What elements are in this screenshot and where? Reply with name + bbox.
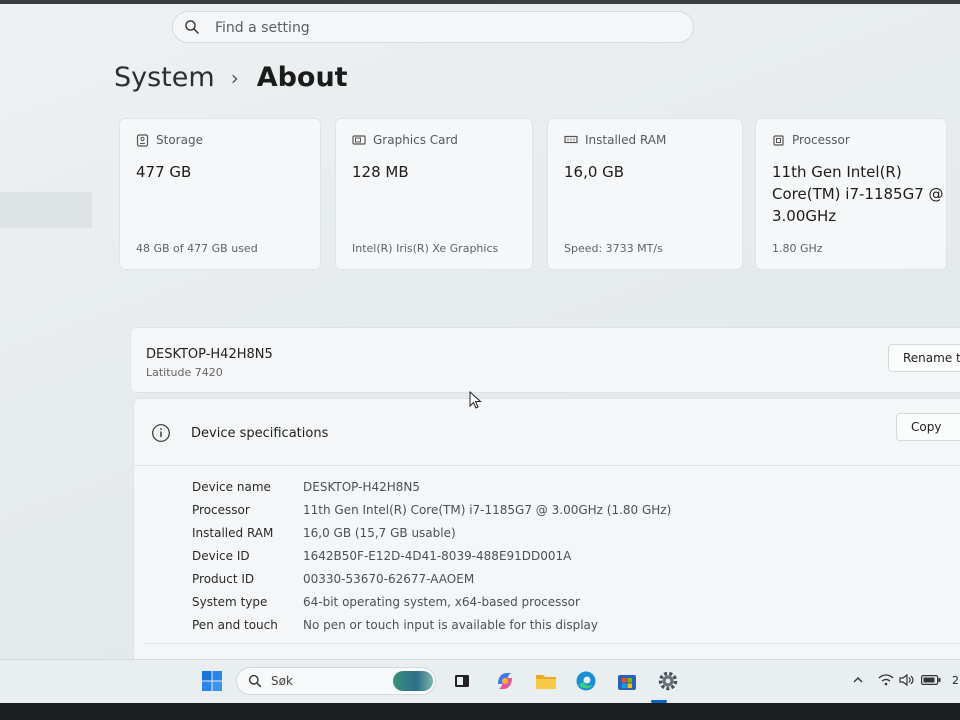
task-view-icon (455, 675, 469, 687)
settings-search-box[interactable] (172, 11, 694, 43)
processor-icon (773, 134, 784, 146)
ram-speed: Speed: 3733 MT/s (564, 242, 663, 255)
spec-value: 1642B50F-E12D-4D41-8039-488E91DD001A (303, 548, 572, 563)
copilot-button[interactable] (492, 668, 518, 694)
info-icon (152, 424, 170, 442)
installed-ram-label: Installed RAM (585, 133, 667, 147)
rename-pc-button[interactable]: Rename th (888, 344, 960, 372)
chevron-up-icon[interactable] (852, 675, 864, 685)
graphics-card-label: Graphics Card (373, 133, 458, 147)
screen-top-edge (0, 0, 960, 4)
table-row: Product ID 00330-53670-62677-AAOEM (192, 567, 671, 590)
spec-value: 64-bit operating system, x64-based proce… (303, 594, 580, 609)
volume-icon[interactable] (899, 673, 915, 687)
task-view-button[interactable] (449, 668, 475, 694)
table-row: Processor 11th Gen Intel(R) Core(TM) i7-1… (192, 498, 671, 521)
file-explorer-button[interactable] (533, 668, 559, 694)
store-button[interactable] (614, 668, 640, 694)
graphics-card-icon (352, 135, 366, 145)
processor-value: 11th Gen Intel(R) Core(TM) i7-1185G7 @ 3… (772, 163, 944, 225)
device-name-card: DESKTOP-H42H8N5 Latitude 7420 Rename th (130, 327, 960, 393)
copilot-icon (498, 673, 512, 689)
graphics-card-value: 128 MB (352, 163, 409, 181)
spec-key: Installed RAM (192, 525, 274, 540)
store-icon (618, 675, 636, 690)
nav-pane-selected-strip[interactable] (0, 192, 92, 228)
processor-base-speed: 1.80 GHz (772, 242, 823, 255)
storage-usage: 48 GB of 477 GB used (136, 242, 258, 255)
device-model: Latitude 7420 (146, 366, 223, 379)
breadcrumb: System › About (114, 62, 348, 93)
taskbar-search-label: Søk (271, 674, 293, 688)
search-input[interactable] (213, 16, 677, 40)
battery-icon[interactable] (921, 675, 941, 685)
laptop-bezel (0, 703, 960, 720)
windows-start-icon (202, 671, 222, 691)
spec-value: 16,0 GB (15,7 GB usable) (303, 525, 456, 540)
spec-key: Product ID (192, 571, 255, 586)
graphics-card-card[interactable]: Graphics Card 128 MB Intel(R) Iris(R) Xe… (335, 118, 533, 270)
spec-value: 00330-53670-62677-AAOEM (303, 571, 475, 586)
spec-value: No pen or touch input is available for t… (303, 617, 599, 632)
spec-key: Device name (192, 479, 271, 494)
installed-ram-value: 16,0 GB (564, 163, 625, 181)
spec-key: Pen and touch (192, 617, 278, 632)
settings-button[interactable] (655, 668, 681, 694)
processor-label: Processor (792, 133, 850, 147)
search-icon (248, 674, 262, 688)
wifi-icon[interactable] (878, 673, 894, 687)
table-row: Device ID 1642B50F-E12D-4D41-8039-488E91D… (192, 544, 671, 567)
spec-key: System type (192, 594, 268, 609)
storage-icon (136, 133, 149, 147)
breadcrumb-separator-icon: › (230, 65, 239, 90)
taskbar: Søk 2 (0, 659, 960, 704)
search-icon (185, 20, 199, 34)
windows-start-button[interactable] (199, 668, 225, 694)
mouse-cursor-icon (469, 391, 482, 409)
settings-icon (658, 671, 678, 691)
copy-button[interactable]: Copy (896, 413, 960, 441)
table-row: System type 64-bit operating system, x64-… (192, 590, 671, 613)
storage-label: Storage (156, 133, 203, 147)
search-highlight-image (393, 671, 433, 691)
device-specifications-section: Device specifications Copy Device name DE… (133, 398, 960, 668)
installed-ram-card[interactable]: Installed RAM 16,0 GB Speed: 3733 MT/s (547, 118, 743, 270)
divider (144, 643, 960, 644)
table-row: Pen and touch No pen or touch input is av… (192, 613, 671, 636)
ram-icon (564, 135, 578, 144)
page-title: About (256, 62, 348, 93)
spec-key: Processor (192, 502, 250, 517)
storage-value: 477 GB (136, 163, 192, 181)
table-row: Device name DESKTOP-H42H8N5 (192, 475, 671, 498)
graphics-card-model: Intel(R) Iris(R) Xe Graphics (352, 242, 499, 255)
spec-value: DESKTOP-H42H8N5 (303, 479, 421, 494)
breadcrumb-system-link[interactable]: System (114, 62, 215, 93)
device-specifications-header[interactable]: Device specifications Copy (134, 399, 960, 466)
device-specifications-title: Device specifications (191, 426, 329, 441)
edge-icon (576, 671, 596, 691)
clock-partial[interactable]: 2 (952, 674, 959, 687)
processor-card[interactable]: Processor 11th Gen Intel(R) Core(TM) i7-… (755, 118, 947, 270)
spec-key: Device ID (192, 548, 250, 563)
storage-card[interactable]: Storage 477 GB 48 GB of 477 GB used (119, 118, 321, 270)
edge-button[interactable] (573, 668, 599, 694)
spec-value: 11th Gen Intel(R) Core(TM) i7-1185G7 @ 3… (303, 502, 672, 517)
specs-table: Device name DESKTOP-H42H8N5 Processor 11th… (192, 475, 671, 636)
device-name: DESKTOP-H42H8N5 (146, 347, 273, 362)
taskbar-search-box[interactable]: Søk (236, 667, 436, 695)
table-row: Installed RAM 16,0 GB (15,7 GB usable) (192, 521, 671, 544)
file-explorer-icon (536, 675, 556, 689)
